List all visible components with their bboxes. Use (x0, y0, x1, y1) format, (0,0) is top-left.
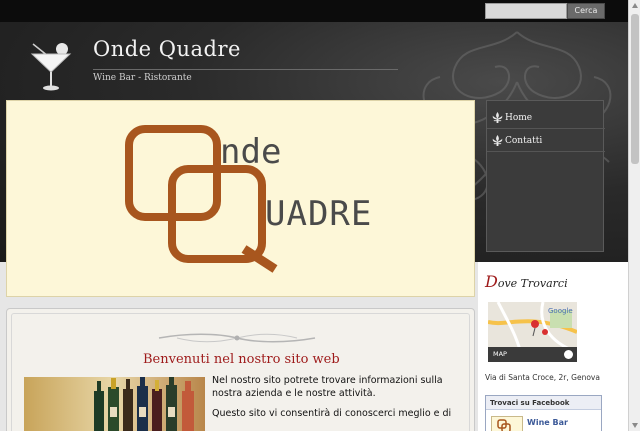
map-brand-label: Google (548, 307, 573, 315)
main-navigation: Home Contatti (486, 100, 605, 252)
logo-mini-icon (497, 419, 511, 431)
facebook-page-avatar[interactable] (491, 416, 523, 431)
search-input[interactable] (485, 3, 567, 19)
nav-item-contatti[interactable]: Contatti (487, 130, 605, 152)
search-button[interactable]: Cerca (567, 3, 605, 19)
site-title[interactable]: Onde Quadre (93, 37, 241, 61)
welcome-heading: Benvenuti nel nostro sito web (143, 352, 340, 367)
address-text: Via di Santa Croce, 2r, Genova (485, 373, 600, 382)
map-bar[interactable]: MAP (488, 347, 577, 362)
site-tagline: Wine Bar - Ristorante (93, 73, 192, 83)
content-panel: Benvenuti nel nostro sito web Nel nostro… (6, 308, 475, 431)
vertical-scrollbar[interactable] (628, 0, 640, 431)
title-divider (93, 69, 398, 70)
intro-paragraph-2: Questo sito vi consentirà di conoscerci … (212, 408, 452, 419)
map-label: MAP (493, 350, 507, 358)
scrollbar-thumb[interactable] (631, 14, 639, 164)
nav-item-home[interactable]: Home (487, 107, 605, 129)
dove-trovarci-heading: Dove Trovarci (485, 272, 568, 291)
sidebar: Dove Trovarci Google MAP Via di Santa Cr… (478, 262, 628, 431)
onde-quadre-logo: nde UADRE (125, 125, 372, 273)
map-thumbnail[interactable]: Google MAP (488, 302, 577, 362)
fleur-de-lis-icon (492, 112, 503, 123)
wine-bottles-photo (24, 377, 205, 431)
logo-word-uadre: UADRE (265, 194, 372, 234)
intro-paragraph-1: Nel nostro sito potrete trovare informaz… (212, 375, 443, 399)
facebook-widget-header: Trovaci su Facebook (486, 396, 601, 410)
flourish-divider-icon (158, 333, 316, 343)
facebook-widget[interactable]: Trovaci su Facebook Wine Bar (485, 395, 602, 431)
fleur-de-lis-icon (492, 135, 503, 146)
intro-text: Nel nostro sito potrete trovare informaz… (212, 374, 457, 427)
nav-label-home: Home (505, 113, 533, 123)
dove-heading-rest: ove Trovarci (497, 277, 568, 290)
cocktail-glass-icon (30, 43, 72, 91)
logo-banner: nde UADRE (6, 100, 475, 297)
logo-word-nde: nde (220, 132, 281, 172)
scroll-up-icon[interactable] (632, 3, 638, 8)
scroll-down-icon[interactable] (632, 423, 638, 428)
dove-heading-cap: D (485, 272, 498, 291)
nav-label-contatti: Contatti (505, 136, 543, 146)
arrow-right-icon (564, 350, 573, 359)
facebook-page-name[interactable]: Wine Bar (527, 418, 568, 427)
